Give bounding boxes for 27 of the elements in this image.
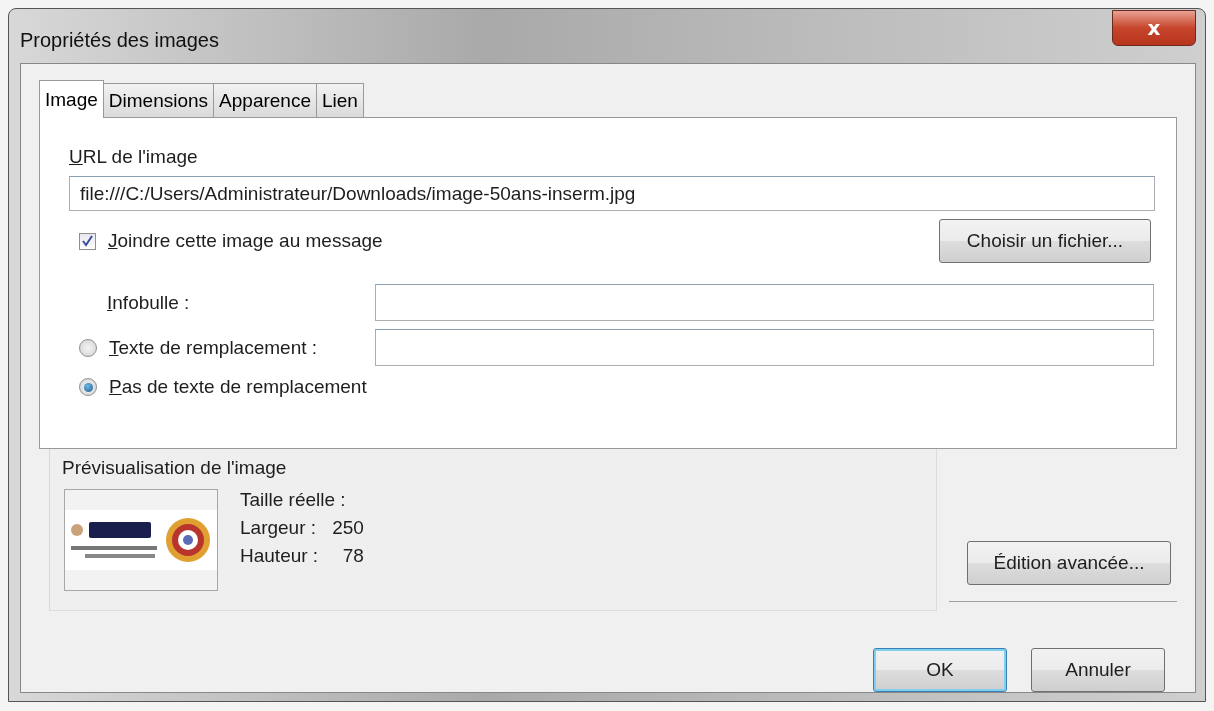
ok-button[interactable]: OK <box>873 648 1007 692</box>
radio-label: Texte de remplacement : <box>109 336 318 359</box>
tab[interactable]: Lien <box>316 83 364 117</box>
tooltip-field[interactable] <box>374 284 1154 321</box>
radio-button[interactable] <box>79 378 97 396</box>
radio-label: Pas de texte de remplacement <box>109 376 367 398</box>
radio-button[interactable] <box>79 338 97 357</box>
width-label: Largeur : <box>240 517 318 539</box>
height-label: Hauteur : <box>240 545 319 567</box>
preview-legend: Prévisualisation de l'image <box>62 457 922 479</box>
tab[interactable]: Dimensions <box>102 83 215 117</box>
attach-checkbox[interactable] <box>79 232 96 250</box>
tooltip-label: Infobulle : <box>107 291 191 314</box>
tab[interactable]: Image <box>39 80 104 118</box>
alt-text-field[interactable] <box>374 329 1154 366</box>
width-value: 250 <box>332 517 364 539</box>
advanced-edit-button[interactable]: Édition avancée... <box>967 541 1171 585</box>
url-field[interactable]: file:///C:/Users/Administrateur/Downloads/image-50ans-inserm.jpg <box>69 176 1155 211</box>
height-value: 78 <box>341 545 364 567</box>
actual-size-label: Taille réelle : <box>240 489 347 511</box>
choose-file-button[interactable]: Choisir un fichier... <box>939 219 1151 263</box>
url-label: URL de l'image <box>69 146 199 168</box>
close-button[interactable]: x <box>1112 10 1196 46</box>
tab[interactable]: Apparence <box>213 83 317 117</box>
cancel-button[interactable]: Annuler <box>1031 648 1165 692</box>
attach-label: Joindre cette image au message <box>108 230 383 252</box>
window-title: Propriétés des images <box>20 29 219 52</box>
